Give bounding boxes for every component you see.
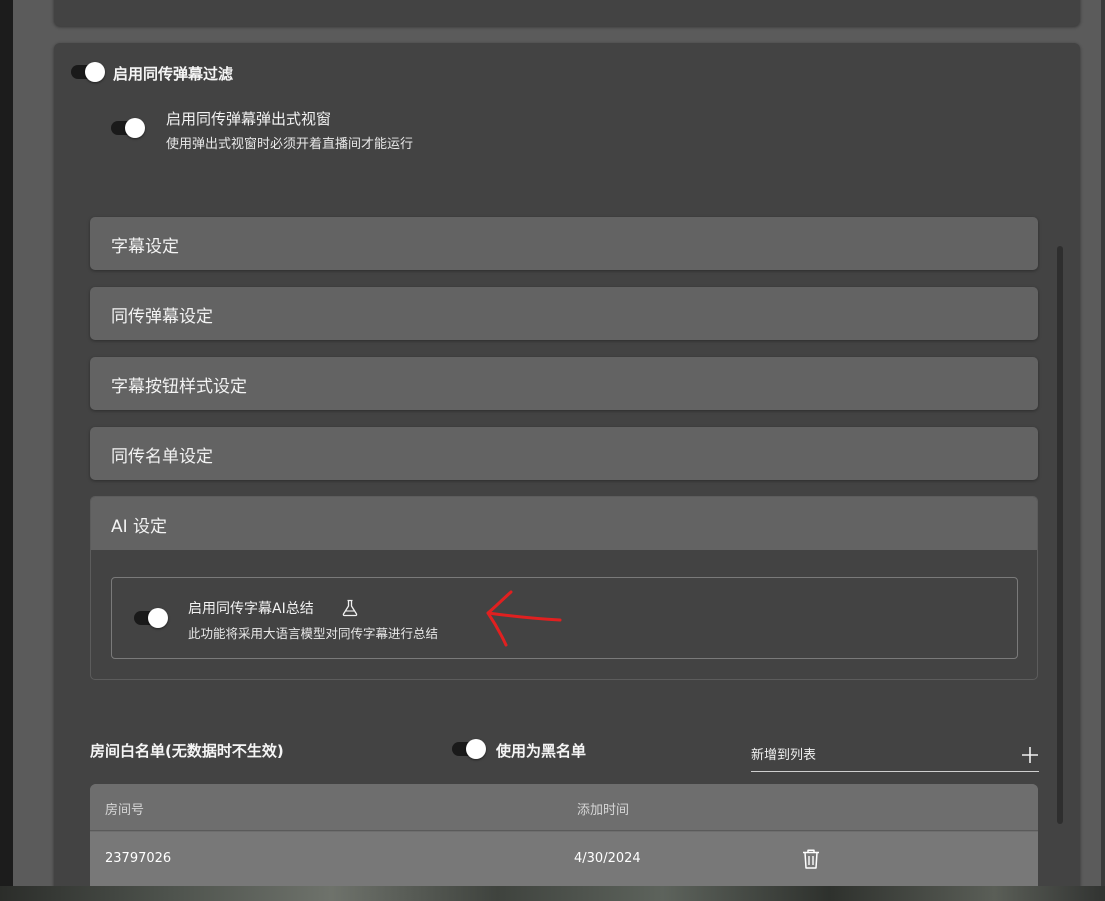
section-list-settings[interactable]: 同传名单设定 — [90, 427, 1038, 480]
whitelist-title: 房间白名单(无数据时不生效) — [90, 742, 284, 760]
previous-settings-card — [54, 0, 1080, 26]
flask-icon — [342, 599, 358, 617]
column-header-added[interactable]: 添加时间 — [577, 799, 629, 818]
section-label: 字幕设定 — [111, 237, 179, 257]
trash-icon[interactable] — [801, 848, 821, 870]
add-room-label: 新增到列表 — [751, 748, 817, 763]
toggle-knob — [466, 739, 486, 759]
ai-summary-description: 此功能将采用大语言模型对同传字幕进行总结 — [188, 626, 439, 641]
table-row: 23797026 4/30/2024 — [90, 832, 1038, 888]
background-image-strip — [0, 886, 1105, 901]
annotation-arrow-icon — [486, 590, 562, 647]
toggle-knob — [148, 608, 168, 628]
section-label: 同传名单设定 — [111, 447, 213, 467]
add-room-input[interactable]: 新增到列表 — [751, 733, 1039, 772]
section-button-style-settings[interactable]: 字幕按钮样式设定 — [90, 357, 1038, 410]
popup-toggle[interactable] — [109, 116, 149, 140]
settings-card: 启用同传弹幕过滤 启用同传弹幕弹出式视窗 使用弹出式视窗时必须开着直播间才能运行… — [54, 43, 1080, 901]
section-subtitle-settings[interactable]: 字幕设定 — [90, 217, 1038, 270]
scrollbar[interactable] — [1057, 246, 1063, 824]
popup-toggle-label: 启用同传弹幕弹出式视窗 — [166, 110, 332, 128]
table-header: 房间号 添加时间 — [90, 784, 1038, 831]
left-window-edge — [0, 0, 13, 901]
section-danmaku-settings[interactable]: 同传弹幕设定 — [90, 287, 1038, 340]
toggle-knob — [125, 118, 145, 138]
popup-toggle-description: 使用弹出式视窗时必须开着直播间才能运行 — [166, 137, 414, 152]
column-header-room[interactable]: 房间号 — [105, 799, 144, 818]
blacklist-toggle-label: 使用为黑名单 — [496, 742, 587, 760]
filter-toggle-label: 启用同传弹幕过滤 — [113, 65, 234, 83]
room-id-cell: 23797026 — [105, 851, 172, 866]
blacklist-toggle[interactable] — [450, 737, 490, 761]
room-table: 房间号 添加时间 23797026 4/30/2024 — [90, 784, 1038, 901]
added-time-cell: 4/30/2024 — [574, 851, 641, 866]
plus-icon[interactable] — [1021, 746, 1039, 764]
filter-toggle[interactable] — [69, 60, 109, 84]
section-label: 字幕按钮样式设定 — [111, 377, 247, 397]
ai-summary-label: 启用同传字幕AI总结 — [188, 601, 314, 617]
section-label: 同传弹幕设定 — [111, 307, 213, 327]
section-ai-header[interactable]: AI 设定 — [91, 497, 1037, 550]
toggle-knob — [85, 62, 105, 82]
ai-summary-toggle[interactable] — [132, 606, 172, 630]
right-window-edge — [1101, 0, 1105, 901]
section-label: AI 设定 — [111, 517, 168, 537]
